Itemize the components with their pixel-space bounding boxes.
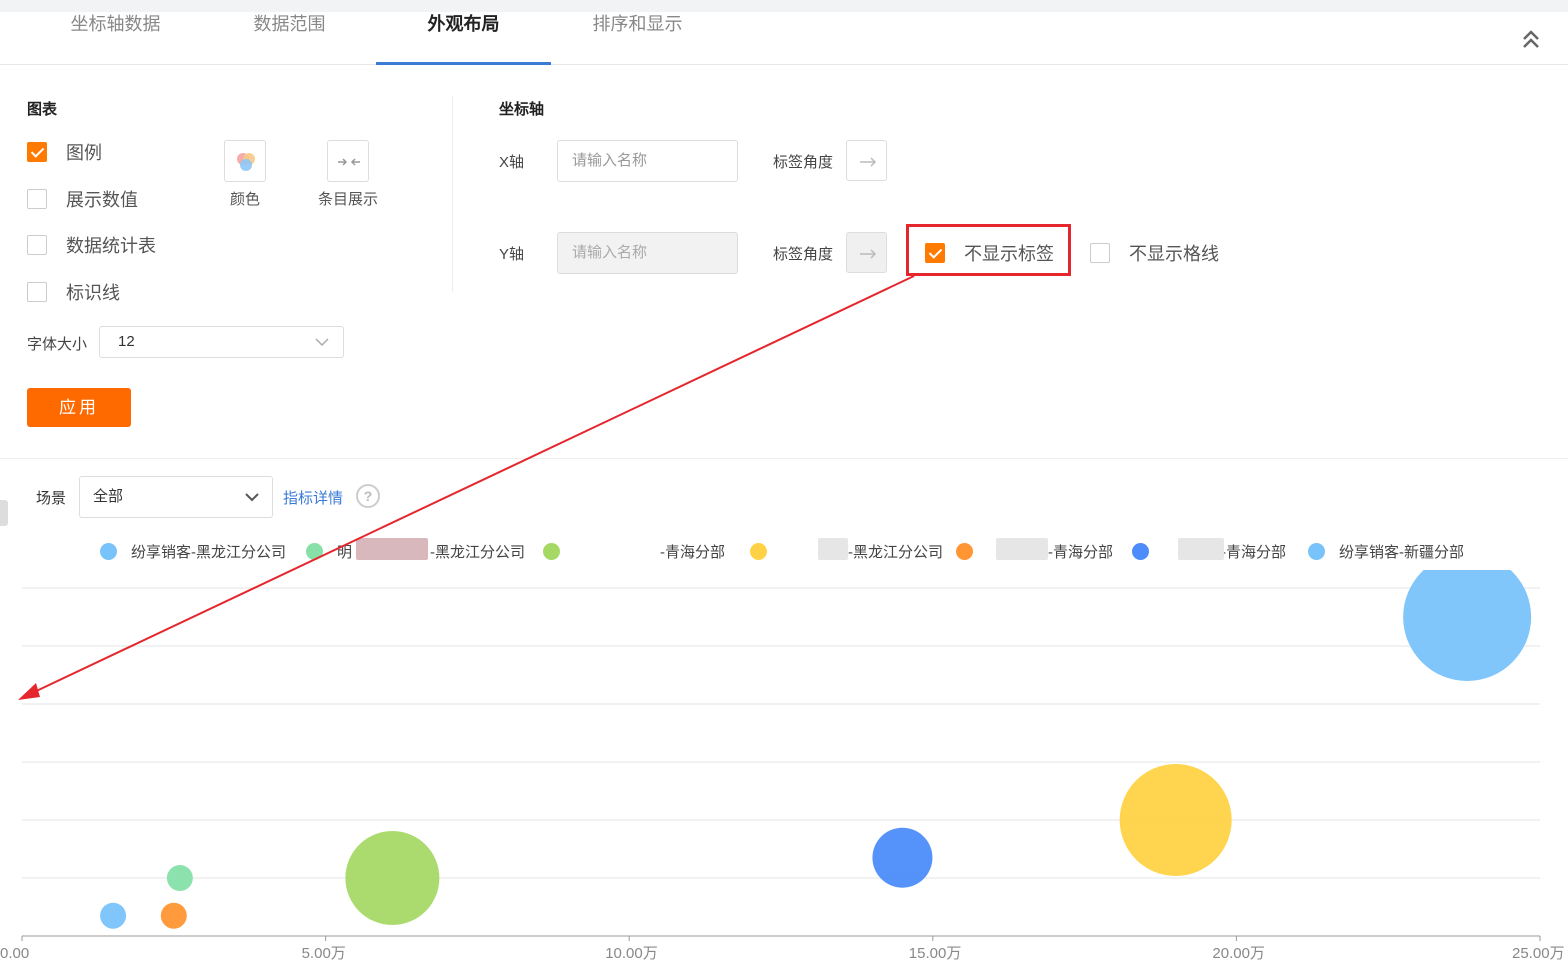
bubble-point[interactable] (160, 902, 187, 929)
font-size-label: 字体大小 (27, 336, 88, 353)
x-axis-name-input[interactable]: 请输入名称 (557, 140, 738, 182)
bubble-point[interactable] (100, 902, 127, 929)
y-axis-label: Y轴 (499, 246, 525, 263)
chevron-down-icon (315, 338, 329, 347)
scene-value: 全部 (93, 488, 124, 505)
axis-section-title: 坐标轴 (499, 101, 545, 118)
indicator-detail-link[interactable]: 指标详情 (283, 487, 343, 508)
hide-grid-label: 不显示格线 (1129, 244, 1219, 264)
chart-section-title: 图表 (27, 101, 58, 118)
legend-dot (1132, 542, 1149, 560)
x-label-angle-button[interactable] (846, 140, 887, 181)
legend-dot (750, 542, 767, 560)
y-label-angle-button[interactable] (846, 232, 887, 273)
compress-arrows-icon (338, 158, 360, 166)
option-data-table[interactable]: 数据统计表 (27, 234, 156, 256)
chevron-down-icon (245, 493, 259, 502)
legend-dot (100, 542, 117, 560)
tab-sort-display[interactable]: 排序和显示 (570, 12, 705, 65)
legend-text-prefix: 明 (337, 543, 353, 561)
hide-grid-checkbox[interactable] (1090, 243, 1110, 263)
tab-bar: 坐标轴数据 数据范围 外观布局 排序和显示 (0, 12, 1568, 65)
y-label-angle-label: 标签角度 (773, 246, 834, 263)
bubble-point[interactable] (345, 831, 440, 925)
legend-text: 纷享销客-黑龙江分公司 (131, 543, 286, 561)
legend-text: 纷享销客-新疆分部 (1339, 543, 1464, 561)
option-marker-line-label: 标识线 (66, 283, 120, 303)
legend-text: -青海分部 (1048, 543, 1113, 561)
legend-dot (543, 542, 560, 560)
color-palette-icon (237, 153, 255, 171)
marker-line-checkbox[interactable] (27, 282, 47, 302)
x-tick-label: 20.00万 (1212, 945, 1265, 962)
color-button-label: 颜色 (229, 191, 260, 208)
items-display-button[interactable] (327, 140, 369, 182)
tab-data-range[interactable]: 数据范围 (222, 12, 357, 65)
panel-divider (452, 96, 453, 292)
legend-text: -青海分部 (1221, 543, 1286, 561)
help-icon[interactable]: ? (356, 484, 380, 508)
y-axis-name-input[interactable]: 请输入名称 (557, 232, 738, 274)
option-legend-label: 图例 (66, 143, 102, 163)
bubble-chart: 0.00 5.00万 10.00万 15.00万 20.00万 25.00万 (0, 570, 1565, 962)
legend-dot (306, 542, 323, 560)
redacted-block (356, 538, 428, 560)
highlight-box (906, 224, 1071, 276)
arrow-right-icon (860, 157, 877, 167)
legend-item[interactable]: 纷享销客-黑龙江分公司 (100, 540, 286, 562)
scene-label: 场景 (36, 490, 67, 507)
data-table-checkbox[interactable] (27, 235, 47, 255)
redacted-block (1178, 538, 1224, 560)
x-tick-label: 0.00 (0, 945, 29, 962)
arrow-right-icon (860, 249, 877, 259)
option-show-values-label: 展示数值 (66, 190, 138, 210)
legend-checkbox[interactable] (27, 142, 47, 162)
x-label-angle-label: 标签角度 (773, 154, 834, 171)
option-legend[interactable]: 图例 (27, 141, 102, 163)
x-tick-label: 5.00万 (302, 945, 346, 962)
color-button[interactable] (224, 140, 266, 182)
bubble-point[interactable] (166, 865, 193, 891)
x-axis-label: X轴 (499, 154, 525, 171)
option-marker-line[interactable]: 标识线 (27, 281, 120, 303)
apply-button[interactable]: 应用 (27, 388, 131, 427)
legend-item[interactable]: -青海分部 (543, 540, 725, 562)
scene-select[interactable]: 全部 (79, 476, 273, 518)
font-size-select[interactable]: 12 (99, 326, 344, 358)
legend-dot (1308, 542, 1325, 560)
active-tab-underline (376, 62, 551, 65)
option-data-table-label: 数据统计表 (66, 236, 156, 256)
legend-text: -黑龙江分公司 (848, 543, 943, 561)
side-drag-handle[interactable] (0, 500, 8, 526)
redacted-block (818, 538, 848, 560)
collapse-up-icon[interactable] (1518, 26, 1544, 52)
x-tick-label: 15.00万 (909, 945, 962, 962)
legend-text: -黑龙江分公司 (430, 543, 526, 561)
top-strip (0, 0, 1568, 12)
show-values-checkbox[interactable] (27, 189, 47, 209)
option-show-values[interactable]: 展示数值 (27, 188, 138, 210)
redacted-block (996, 538, 1048, 560)
x-tick-label: 25.00万 (1512, 945, 1565, 962)
legend-dot (956, 542, 973, 560)
bubble-point[interactable] (872, 827, 933, 888)
legend-text: -青海分部 (660, 543, 725, 561)
bubble-point[interactable] (1119, 764, 1232, 876)
section-separator (0, 458, 1568, 459)
items-display-label: 条目展示 (317, 191, 378, 208)
option-hide-grid[interactable]: 不显示格线 (1090, 242, 1219, 264)
x-tick-label: 10.00万 (605, 945, 658, 962)
bubble-point[interactable] (1403, 570, 1532, 681)
legend-item[interactable]: 纷享销客-新疆分部 (1308, 540, 1464, 562)
tab-axis-data[interactable]: 坐标轴数据 (48, 12, 183, 65)
tab-appearance-layout[interactable]: 外观布局 (396, 12, 531, 65)
font-size-value: 12 (118, 333, 135, 350)
